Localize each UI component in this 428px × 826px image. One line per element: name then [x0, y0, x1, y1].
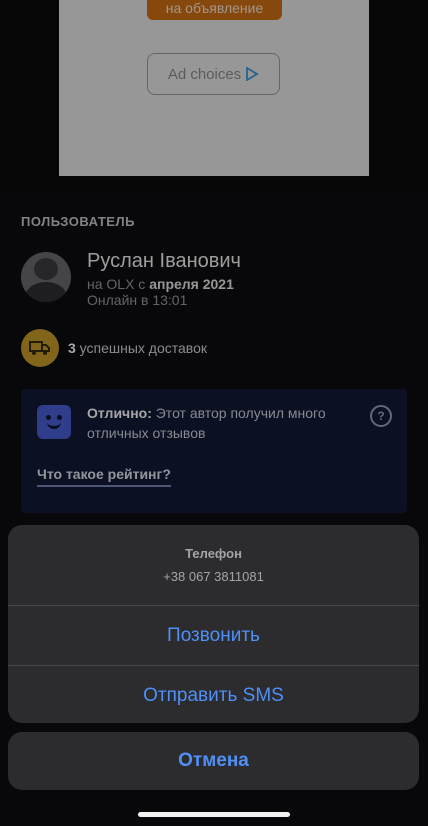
send-sms-button[interactable]: Отправить SMS: [8, 665, 419, 723]
action-sheet-header: Телефон +38 067 3811081: [8, 525, 419, 606]
phone-number: +38 067 3811081: [163, 569, 264, 584]
phone-action-sheet: Телефон +38 067 3811081 Позвонить Отправ…: [8, 525, 419, 723]
cancel-button[interactable]: Отмена: [8, 732, 419, 790]
action-sheet-title: Телефон: [185, 546, 242, 561]
home-indicator[interactable]: [138, 812, 290, 817]
call-button[interactable]: Позвонить: [8, 606, 419, 665]
